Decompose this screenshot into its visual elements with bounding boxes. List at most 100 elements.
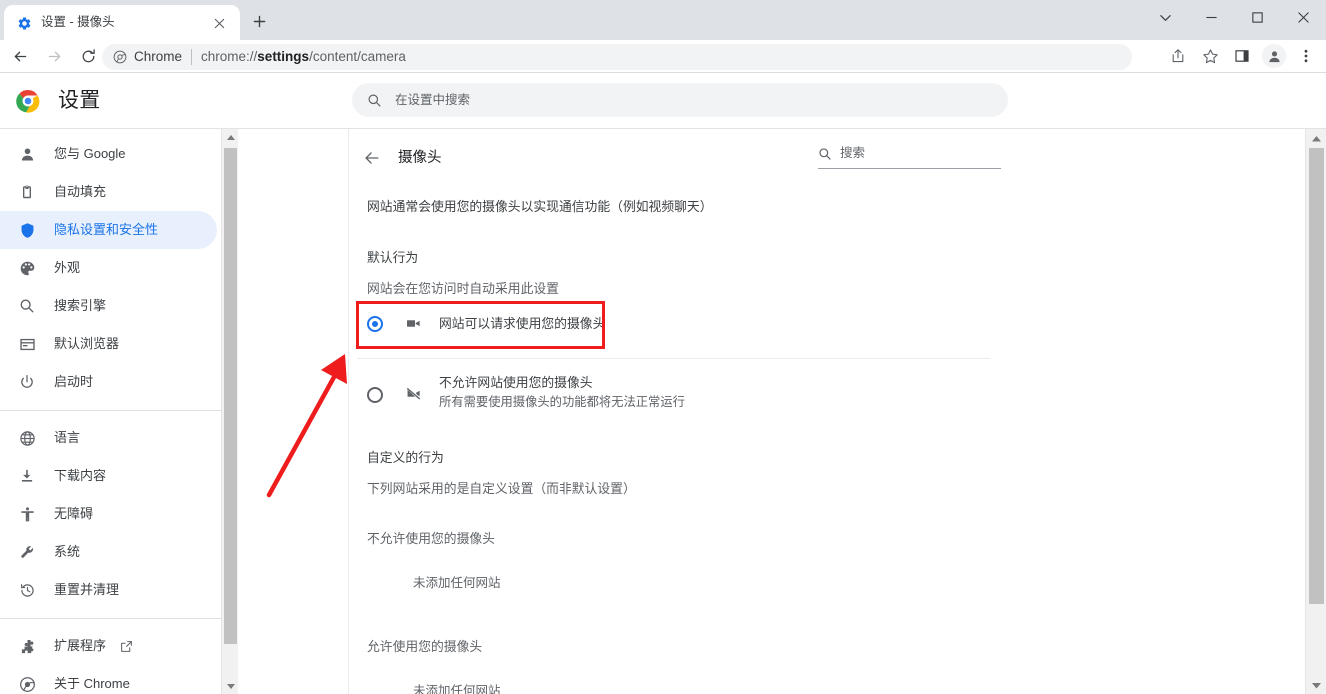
sidebar-item-label: 下载内容 bbox=[54, 468, 107, 483]
url-bold-part: settings bbox=[257, 49, 310, 64]
blocked-sites-heading: 不允许使用您的摄像头 bbox=[367, 531, 495, 546]
radio-label-allow: 网站可以请求使用您的摄像头 bbox=[439, 316, 606, 331]
chrome-menu-icon[interactable] bbox=[1291, 41, 1321, 71]
sidebar-item-about-chrome[interactable]: 关于 Chrome bbox=[0, 665, 217, 694]
search-icon bbox=[16, 298, 38, 314]
blocked-sites-empty-text: 未添加任何网站 bbox=[413, 576, 501, 590]
radio-option-block-camera[interactable]: 不允许网站使用您的摄像头 所有需要使用摄像头的功能都将无法正常运行 bbox=[367, 374, 685, 411]
sidebar-item-you-and-google[interactable]: 您与 Google bbox=[0, 135, 217, 173]
radio-option-allow-camera[interactable]: 网站可以请求使用您的摄像头 bbox=[367, 315, 605, 333]
clipboard-icon bbox=[16, 184, 38, 200]
custom-behavior-subtext: 下列网站采用的是自定义设置（而非默认设置） bbox=[367, 481, 636, 496]
default-behavior-subtext: 网站会在您访问时自动采用此设置 bbox=[367, 281, 559, 296]
sidebar-item-on-startup[interactable]: 启动时 bbox=[0, 363, 217, 401]
radio-label-group: 网站可以请求使用您的摄像头 bbox=[439, 315, 605, 333]
chrome-page-icon bbox=[113, 50, 127, 64]
sidebar-item-label: 重置并清理 bbox=[54, 582, 120, 597]
sidebar-item-system[interactable]: 系统 bbox=[0, 533, 217, 571]
sidebar-item-search-engine[interactable]: 搜索引擎 bbox=[0, 287, 217, 325]
wrench-icon bbox=[16, 544, 38, 561]
sidebar-item-label: 启动时 bbox=[54, 374, 94, 389]
radio-label-block: 不允许网站使用您的摄像头 bbox=[439, 375, 593, 390]
sidebar-item-default-browser[interactable]: 默认浏览器 bbox=[0, 325, 217, 363]
sidebar-item-label: 语言 bbox=[54, 430, 81, 445]
sidebar-scrollbar[interactable] bbox=[221, 129, 238, 694]
camera-description: 网站通常会使用您的摄像头以实现通信功能（例如视频聊天） bbox=[367, 199, 713, 214]
minimize-button[interactable] bbox=[1188, 0, 1234, 34]
puzzle-piece-icon bbox=[16, 638, 38, 655]
address-bar[interactable]: Chrome chrome://settings/content/camera bbox=[102, 44, 1132, 70]
settings-search-input[interactable]: 在设置中搜索 bbox=[352, 83, 1008, 117]
page-scrollbar-thumb[interactable] bbox=[1309, 148, 1324, 604]
chrome-logo-icon bbox=[16, 89, 40, 113]
browser-tab[interactable]: 设置 - 摄像头 bbox=[4, 5, 240, 40]
camera-settings-panel: 摄像头 搜索 网站通常会使用您的摄像头以实现通信功能（例如视频聊天） 默认行为 … bbox=[349, 129, 1305, 694]
side-panel-icon[interactable] bbox=[1227, 41, 1257, 71]
new-tab-button[interactable] bbox=[247, 9, 271, 33]
browser-window: 设置 - 摄像头 Chrome chrome://settings/conten… bbox=[0, 0, 1326, 694]
sidebar-divider bbox=[0, 410, 221, 411]
omnibox-url[interactable]: chrome://settings/content/camera bbox=[201, 48, 406, 66]
custom-behavior-heading: 自定义的行为 bbox=[367, 450, 444, 465]
sidebar-item-label: 默认浏览器 bbox=[54, 336, 120, 351]
share-icon[interactable] bbox=[1163, 41, 1193, 71]
scroll-up-arrow-icon[interactable] bbox=[222, 129, 239, 146]
back-arrow-icon[interactable] bbox=[6, 42, 34, 70]
sidebar-item-appearance[interactable]: 外观 bbox=[0, 249, 217, 287]
profile-avatar[interactable] bbox=[1259, 41, 1289, 71]
page-scrollbar[interactable] bbox=[1305, 129, 1326, 694]
allowed-sites-empty-text: 未添加任何网站 bbox=[413, 684, 501, 694]
back-arrow-icon[interactable] bbox=[357, 143, 387, 173]
sidebar-item-reset-cleanup[interactable]: 重置并清理 bbox=[0, 571, 217, 609]
sidebar-item-extensions[interactable]: 扩展程序 bbox=[0, 627, 217, 665]
sidebar-item-privacy-security[interactable]: 隐私设置和安全性 bbox=[0, 211, 217, 249]
omnibox-brand-label: Chrome bbox=[134, 49, 183, 64]
settings-search-placeholder: 在设置中搜索 bbox=[395, 92, 471, 107]
chrome-circle-icon bbox=[16, 676, 38, 693]
shield-icon bbox=[16, 222, 38, 239]
sidebar-item-languages[interactable]: 语言 bbox=[0, 419, 217, 457]
sidebar-item-label: 搜索引擎 bbox=[54, 298, 107, 313]
sidebar-item-label: 外观 bbox=[54, 260, 81, 275]
settings-header: 设置 在设置中搜索 bbox=[0, 73, 1326, 128]
person-icon bbox=[16, 146, 38, 163]
sidebar-item-label: 自动填充 bbox=[54, 184, 107, 199]
sidebar-scrollbar-thumb[interactable] bbox=[224, 148, 237, 644]
sidebar-item-accessibility[interactable]: 无障碍 bbox=[0, 495, 217, 533]
power-icon bbox=[16, 374, 38, 390]
reload-icon[interactable] bbox=[74, 42, 102, 70]
camera-icon bbox=[403, 315, 423, 332]
globe-icon bbox=[16, 430, 38, 447]
url-suffix: /content/camera bbox=[309, 49, 406, 64]
content-search-placeholder: 搜索 bbox=[840, 146, 866, 160]
tab-search-button[interactable] bbox=[1142, 0, 1188, 34]
scroll-down-arrow-icon[interactable] bbox=[222, 678, 239, 694]
sidebar-group-2: 语言 下载内容 无障碍 系统 重置并清理 bbox=[0, 419, 221, 609]
sidebar-item-label: 隐私设置和安全性 bbox=[54, 222, 159, 237]
omnibox-separator bbox=[191, 49, 193, 65]
page-title: 设置 bbox=[58, 89, 101, 112]
person-icon bbox=[1262, 44, 1286, 68]
forward-arrow-icon[interactable] bbox=[40, 42, 68, 70]
sidebar-item-autofill[interactable]: 自动填充 bbox=[0, 173, 217, 211]
content-search-input[interactable]: 搜索 bbox=[818, 145, 1001, 169]
content-header: 摄像头 bbox=[357, 143, 442, 173]
url-prefix: chrome:// bbox=[201, 49, 258, 64]
sidebar-item-label: 扩展程序 bbox=[54, 638, 107, 653]
close-window-button[interactable] bbox=[1280, 0, 1326, 34]
settings-body: 您与 Google 自动填充 隐私设置和安全性 外观 搜索引擎 默认浏览器 启动… bbox=[0, 128, 1326, 694]
content-left-gutter bbox=[238, 129, 349, 694]
radio-button-allow[interactable] bbox=[367, 316, 383, 332]
search-icon bbox=[818, 147, 832, 161]
star-icon[interactable] bbox=[1195, 41, 1225, 71]
scroll-down-arrow-icon[interactable] bbox=[1306, 676, 1326, 694]
toolbar-actions bbox=[1162, 40, 1322, 72]
content-title: 摄像头 bbox=[398, 150, 442, 166]
tab-close-icon[interactable] bbox=[210, 14, 228, 32]
radio-button-block[interactable] bbox=[367, 387, 383, 403]
restore-history-icon bbox=[16, 582, 38, 599]
maximize-button[interactable] bbox=[1234, 0, 1280, 34]
scroll-up-arrow-icon[interactable] bbox=[1306, 129, 1326, 148]
sidebar-item-downloads[interactable]: 下载内容 bbox=[0, 457, 217, 495]
sidebar-item-label: 无障碍 bbox=[54, 506, 94, 521]
